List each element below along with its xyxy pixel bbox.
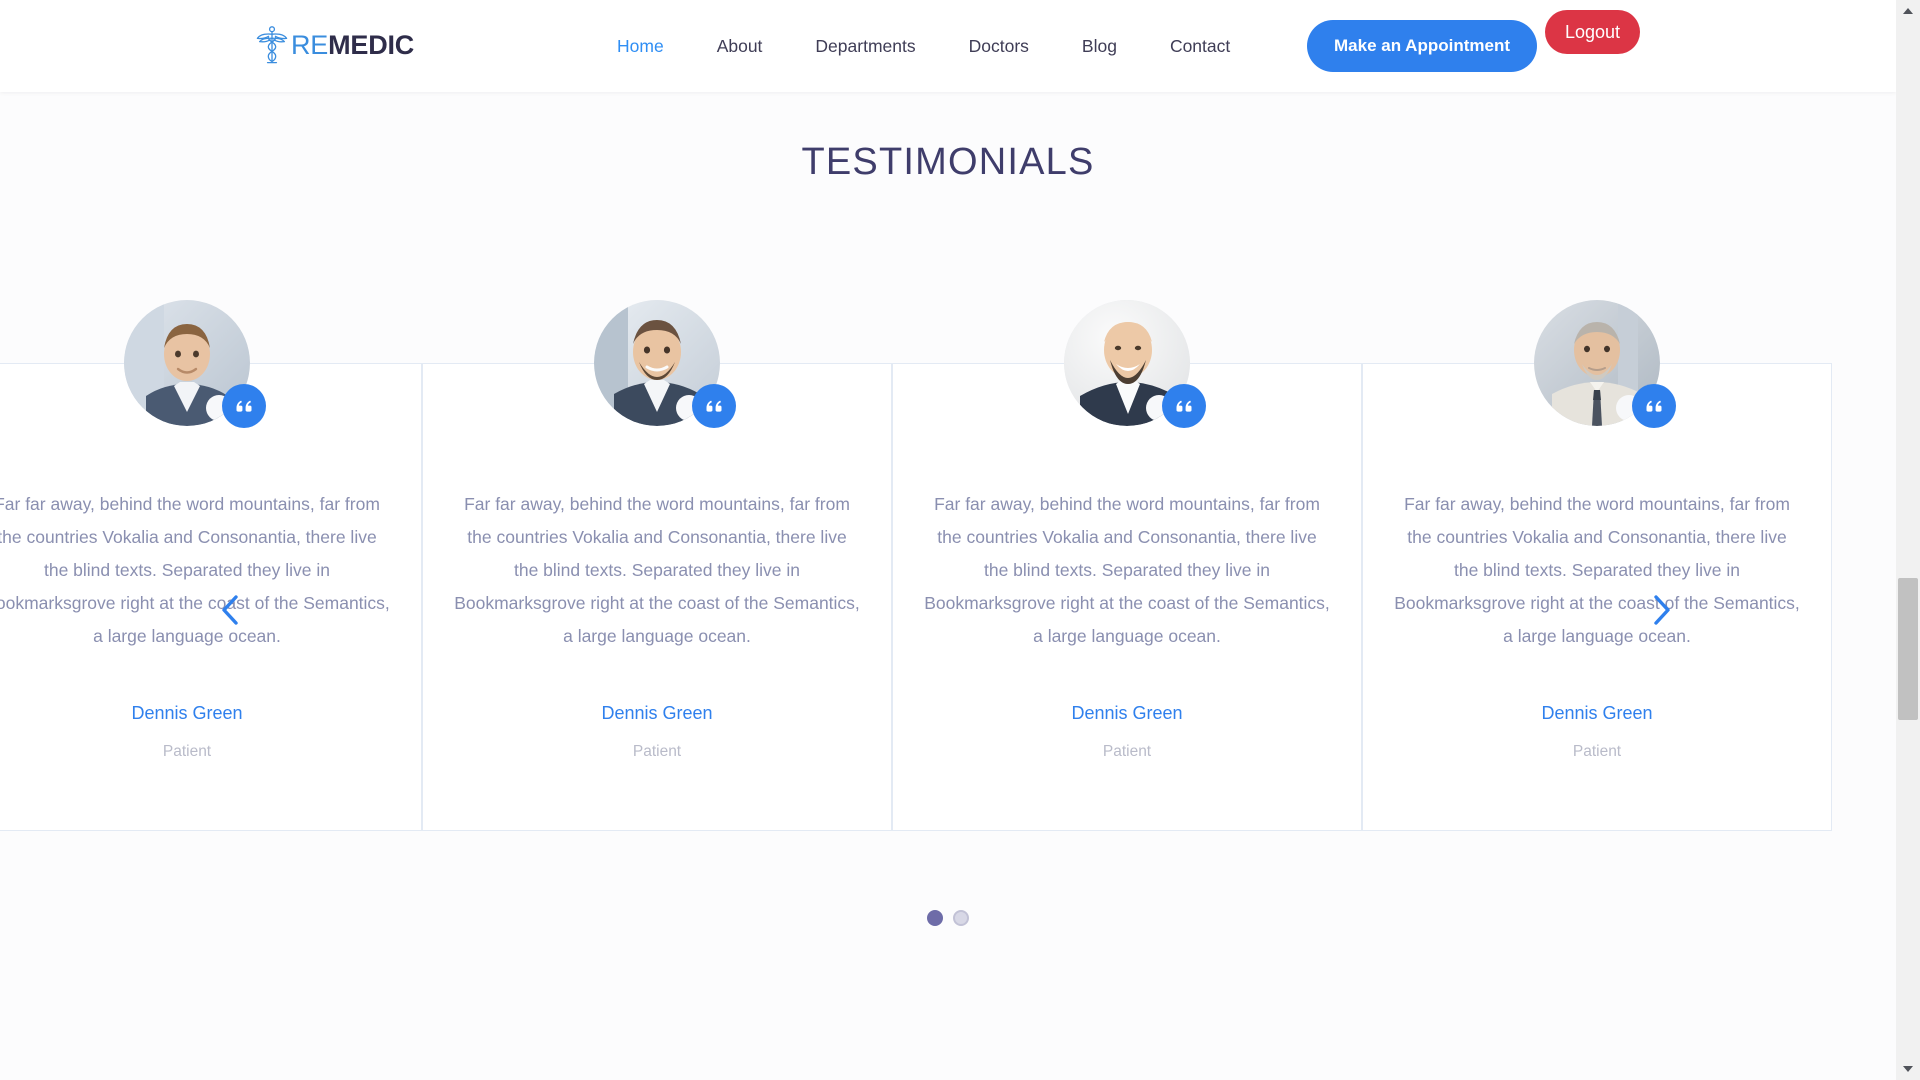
testimonial-slide: Far far away, behind the word mountains,… bbox=[892, 300, 1362, 900]
scrollbar-thumb[interactable] bbox=[1898, 578, 1918, 720]
testimonial-slide: Far far away, behind the word mountains,… bbox=[422, 300, 892, 900]
quote-icon bbox=[1632, 384, 1676, 428]
testimonial-slide: Far far away, behind the word mountains,… bbox=[1362, 300, 1832, 900]
scroll-up-arrow-icon[interactable] bbox=[1896, 0, 1920, 22]
logo-text-medic: MEDIC bbox=[328, 29, 415, 60]
quote-icon bbox=[222, 384, 266, 428]
page-title: TESTIMONIALS bbox=[801, 141, 1095, 183]
testimonial-author-role: Patient bbox=[162, 743, 212, 760]
quote-icon bbox=[692, 384, 736, 428]
carousel-pagination bbox=[0, 910, 1896, 926]
testimonial-text: Far far away, behind the word mountains,… bbox=[454, 494, 860, 646]
avatar bbox=[594, 300, 736, 428]
testimonial-author-role: Patient bbox=[1102, 743, 1152, 760]
logo-wordmark: REMEDIC bbox=[291, 29, 415, 60]
testimonial-author-name[interactable]: Dennis Green bbox=[1393, 703, 1801, 724]
chevron-left-icon bbox=[220, 594, 240, 626]
testimonial-text: Far far away, behind the word mountains,… bbox=[1394, 494, 1800, 646]
nav-item-departments[interactable]: Departments bbox=[815, 36, 915, 57]
page-scrollbar[interactable] bbox=[1896, 0, 1920, 1080]
carousel-track: Far far away, behind the word mountains,… bbox=[0, 300, 1920, 900]
testimonial-text: Far far away, behind the word mountains,… bbox=[924, 494, 1330, 646]
carousel-next-button[interactable] bbox=[1642, 588, 1682, 632]
site-header: REMEDIC Home About Departments Doctors B… bbox=[0, 0, 1896, 92]
nav-item-contact[interactable]: Contact bbox=[1170, 36, 1230, 57]
carousel-dot-2[interactable] bbox=[953, 910, 969, 926]
quote-icon bbox=[1162, 384, 1206, 428]
nav-item-doctors[interactable]: Doctors bbox=[969, 36, 1029, 57]
make-appointment-button[interactable]: Make an Appointment bbox=[1307, 20, 1537, 72]
testimonial-author-name[interactable]: Dennis Green bbox=[0, 703, 391, 724]
testimonial-author-role: Patient bbox=[632, 743, 682, 760]
testimonials-carousel: Far far away, behind the word mountains,… bbox=[0, 300, 1896, 900]
main-navigation: Home About Departments Doctors Blog Cont… bbox=[617, 0, 1230, 92]
testimonial-author-name[interactable]: Dennis Green bbox=[923, 703, 1331, 724]
testimonial-author-name[interactable]: Dennis Green bbox=[453, 703, 861, 724]
testimonial-card: Far far away, behind the word mountains,… bbox=[892, 363, 1362, 831]
avatar bbox=[1534, 300, 1676, 428]
avatar bbox=[1064, 300, 1206, 428]
testimonial-text: Far far away, behind the word mountains,… bbox=[0, 494, 390, 646]
chevron-right-icon bbox=[1652, 594, 1672, 626]
carousel-prev-button[interactable] bbox=[210, 588, 250, 632]
browser-viewport: REMEDIC Home About Departments Doctors B… bbox=[0, 0, 1920, 1080]
scroll-down-arrow-icon[interactable] bbox=[1896, 1058, 1920, 1080]
testimonial-card: Far far away, behind the word mountains,… bbox=[422, 363, 892, 831]
testimonial-author-role: Patient bbox=[1572, 743, 1622, 760]
avatar bbox=[124, 300, 266, 428]
nav-item-home[interactable]: Home bbox=[617, 36, 664, 57]
carousel-dot-1[interactable] bbox=[927, 910, 943, 926]
testimonial-card: Far far away, behind the word mountains,… bbox=[1362, 363, 1832, 831]
caduceus-icon bbox=[255, 25, 291, 65]
logout-button[interactable]: Logout bbox=[1545, 10, 1641, 54]
site-logo[interactable]: REMEDIC bbox=[255, 22, 414, 68]
nav-item-blog[interactable]: Blog bbox=[1082, 36, 1117, 57]
logo-text-re: RE bbox=[291, 29, 329, 60]
nav-item-about[interactable]: About bbox=[717, 36, 763, 57]
